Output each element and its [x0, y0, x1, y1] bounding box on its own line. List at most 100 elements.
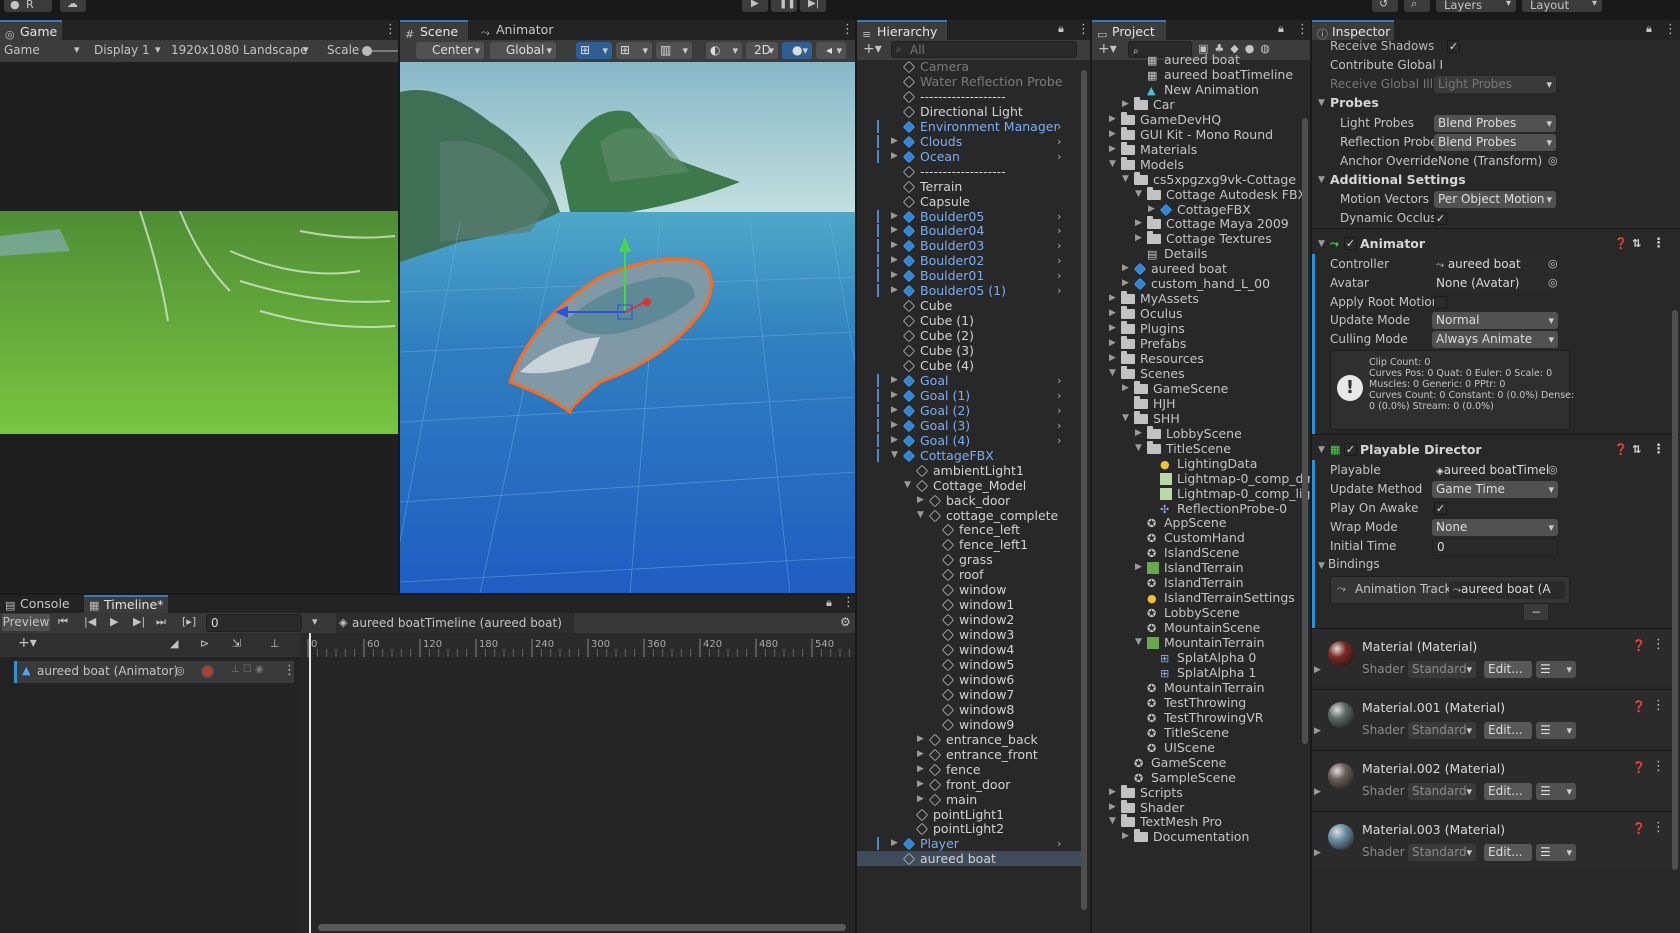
pin-icon[interactable]: ⊥: [270, 637, 280, 650]
chevron-right-icon[interactable]: ›: [1057, 373, 1061, 388]
project-item[interactable]: ▼ Scenes: [1092, 365, 1300, 381]
chevron-right-icon[interactable]: ›: [1057, 283, 1061, 298]
project-item[interactable]: ⊞ SplatAlpha 0: [1092, 650, 1300, 665]
increment-dropdown[interactable]: ▥: [656, 42, 692, 59]
hierarchy-item[interactable]: fence_left1: [857, 537, 1081, 552]
horizontal-scrollbar[interactable]: [318, 924, 846, 931]
chevron-right-icon[interactable]: ▶: [1109, 351, 1116, 366]
history-button[interactable]: ↺: [1372, 0, 1398, 12]
vertical-scrollbar[interactable]: [1081, 70, 1087, 910]
kebab-icon[interactable]: ⋮: [1652, 698, 1665, 713]
ripple-icon[interactable]: ⇲: [232, 637, 241, 650]
chevron-right-icon[interactable]: ▶: [917, 762, 924, 777]
space-dropdown[interactable]: Global: [490, 42, 556, 59]
hierarchy-item[interactable]: Water Reflection Probe: [857, 74, 1081, 89]
project-item[interactable]: ▼ MountainTerrain: [1092, 635, 1300, 650]
layout-dropdown[interactable]: Layout ▾: [1522, 0, 1602, 12]
lock-icon[interactable]: 🔒︎: [1058, 22, 1064, 36]
chevron-right-icon[interactable]: ▶: [891, 134, 898, 149]
playhead[interactable]: [309, 633, 311, 933]
preset-icon[interactable]: ⇅: [1632, 440, 1641, 460]
resolution-dropdown[interactable]: 1920x1080 Landscape ▾: [171, 43, 311, 57]
project-item[interactable]: Lightmap-0_comp_dir: [1092, 471, 1310, 486]
help-icon[interactable]: ❓: [1632, 700, 1646, 713]
project-item[interactable]: ▶ GameDevHQ: [1092, 111, 1300, 127]
kebab-icon[interactable]: ⋮: [1652, 759, 1665, 774]
chevron-down-icon[interactable]: ▼: [1122, 411, 1129, 426]
project-item[interactable]: ▶ Resources: [1092, 351, 1300, 366]
object-picker-icon[interactable]: ◎: [1548, 276, 1558, 289]
project-item[interactable]: ● IslandTerrainSettings: [1092, 590, 1300, 605]
preview-button[interactable]: Preview: [2, 614, 50, 631]
chevron-right-icon[interactable]: ▶: [1109, 112, 1116, 127]
controller-field[interactable]: ⤳ aureed boat: [1432, 256, 1558, 274]
lock-icon[interactable]: 🔒︎: [1646, 22, 1652, 36]
project-item[interactable]: ▶ Car: [1092, 96, 1300, 112]
edit-shader-button[interactable]: Edit...: [1484, 844, 1532, 861]
chevron-right-icon[interactable]: ▶: [1148, 202, 1155, 217]
help-icon[interactable]: ❓: [1614, 234, 1628, 254]
target-icon[interactable]: ◎: [175, 664, 185, 677]
chevron-right-icon[interactable]: ›: [1057, 403, 1061, 418]
hierarchy-item[interactable]: roof: [857, 567, 1081, 582]
2d-toggle[interactable]: 2D: [746, 42, 778, 59]
project-item[interactable]: ▶ Documentation: [1092, 829, 1300, 844]
hierarchy-item[interactable]: aureed boat: [857, 851, 1081, 867]
remove-binding-button[interactable]: −: [1524, 604, 1548, 620]
chevron-right-icon[interactable]: ▶: [917, 792, 924, 807]
chevron-right-icon[interactable]: ›: [1057, 134, 1061, 149]
edit-shader-button[interactable]: Edit...: [1484, 722, 1532, 739]
chevron-right-icon[interactable]: ▶: [891, 268, 898, 283]
project-item[interactable]: ▤ Details: [1092, 246, 1300, 261]
hierarchy-item[interactable]: grass: [857, 552, 1081, 567]
chevron-down-icon[interactable]: ▼: [1318, 93, 1328, 113]
chevron-right-icon[interactable]: ▶: [891, 238, 898, 253]
project-item[interactable]: ▶ GameScene: [1092, 380, 1300, 396]
project-item[interactable]: ✪ TitleScene: [1092, 725, 1300, 740]
project-item[interactable]: ● LightingData: [1092, 456, 1300, 471]
tab-timeline[interactable]: ▦ Timeline*: [84, 595, 168, 613]
tab-animator[interactable]: ⤳ Animator: [476, 20, 566, 40]
tab-inspector[interactable]: ⓘ Inspector: [1312, 20, 1394, 41]
project-item[interactable]: ▶ MyAssets: [1092, 291, 1300, 306]
markers-icon[interactable]: ◢: [170, 637, 178, 650]
project-item[interactable]: ▼ Models: [1092, 156, 1300, 172]
help-icon[interactable]: ❓: [1632, 761, 1646, 774]
go-to-end-icon[interactable]: ⏭: [156, 615, 166, 629]
hierarchy-item[interactable]: ▶ Goal (1) ›: [857, 388, 1081, 403]
chevron-right-icon[interactable]: ›: [1057, 253, 1061, 268]
hierarchy-item[interactable]: ▶ entrance_back: [857, 732, 1081, 747]
hierarchy-item[interactable]: ▶ front_door: [857, 777, 1081, 792]
project-item[interactable]: ✪ TestThrowing: [1092, 695, 1300, 710]
hierarchy-item[interactable]: window1: [857, 597, 1081, 612]
timeline-asset-breadcrumb[interactable]: ◈ aureed boatTimeline (aureed boat): [336, 613, 574, 633]
chevron-right-icon[interactable]: ›: [1057, 268, 1061, 283]
hierarchy-item[interactable]: Cube (3): [857, 343, 1081, 358]
update-method-dropdown[interactable]: Game Time: [1432, 481, 1558, 498]
lock-track-icon[interactable]: ⊥ ☐ ◉: [231, 664, 264, 675]
chevron-right-icon[interactable]: ▶: [891, 836, 898, 851]
dynamic-occlusion-checkbox[interactable]: ✓: [1434, 212, 1447, 225]
hierarchy-item[interactable]: fence_left: [857, 522, 1081, 537]
project-item[interactable]: ✪ CustomHand: [1092, 530, 1300, 545]
hierarchy-item[interactable]: ▼ Cottage_Model: [857, 478, 1081, 493]
scale-slider-thumb[interactable]: [362, 46, 372, 56]
chevron-right-icon[interactable]: ▶: [917, 777, 924, 792]
tab-project[interactable]: ▭ Project: [1092, 20, 1166, 41]
hierarchy-item[interactable]: ▶ Boulder05 ›: [857, 209, 1081, 224]
shader-dropdown[interactable]: Standard: [1408, 661, 1476, 678]
chevron-right-icon[interactable]: ▶: [917, 732, 924, 747]
reflection-probes-dropdown[interactable]: Blend Probes: [1434, 134, 1556, 151]
project-item[interactable]: ▶ LobbyScene: [1092, 425, 1300, 441]
hierarchy-item[interactable]: ▶ entrance_front: [857, 747, 1081, 762]
chevron-right-icon[interactable]: ›: [1057, 119, 1061, 134]
project-item[interactable]: ▼ TextMesh Pro: [1092, 814, 1300, 829]
snap-icon[interactable]: ⊳: [200, 637, 209, 650]
chevron-down-icon[interactable]: ▼: [1135, 635, 1142, 650]
chevron-right-icon[interactable]: ▶: [891, 388, 898, 403]
chevron-down-icon[interactable]: ▼: [891, 448, 898, 463]
chevron-down-icon[interactable]: ▼: [1318, 170, 1328, 190]
material-component[interactable]: ▶ Material.001 (Material) ❓ ⋮ Shader Standard…: [1312, 689, 1672, 747]
grid-dropdown[interactable]: ⊞: [616, 42, 652, 59]
tab-scene[interactable]: # Scene: [400, 20, 468, 41]
